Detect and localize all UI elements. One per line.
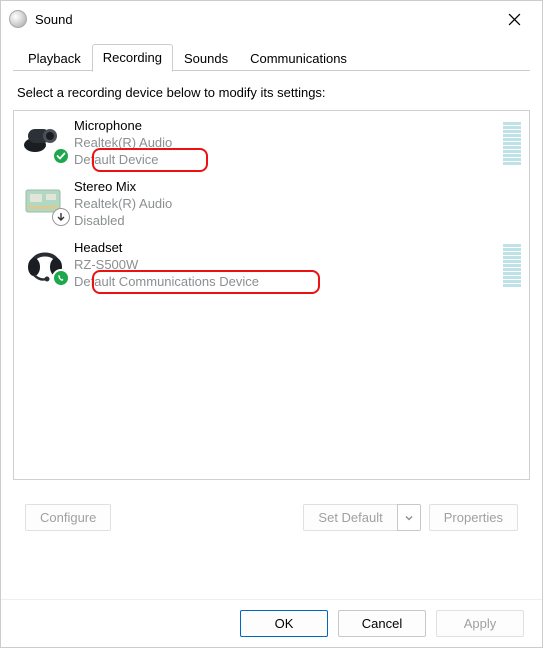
device-status: Default Communications Device <box>74 273 497 290</box>
properties-button[interactable]: Properties <box>429 504 518 531</box>
sound-dialog: Sound Playback Recording Sounds Communic… <box>0 0 543 648</box>
headset-icon <box>22 239 68 285</box>
set-default-button[interactable]: Set Default <box>303 504 396 531</box>
device-info: Stereo Mix Realtek(R) Audio Disabled <box>74 178 521 229</box>
device-status: Disabled <box>74 212 521 229</box>
dialog-footer: OK Cancel Apply <box>1 599 542 647</box>
tab-playback[interactable]: Playback <box>17 45 92 72</box>
device-name: Headset <box>74 239 497 256</box>
window-title: Sound <box>35 12 494 27</box>
tab-sounds[interactable]: Sounds <box>173 45 239 72</box>
level-meter <box>503 239 521 287</box>
down-arrow-badge-icon <box>52 208 70 226</box>
close-icon <box>508 13 521 26</box>
tab-recording[interactable]: Recording <box>92 44 173 72</box>
chevron-down-icon <box>404 513 414 523</box>
checkmark-badge-icon <box>52 147 70 165</box>
dialog-body: Playback Recording Sounds Communications… <box>13 41 530 591</box>
device-item[interactable]: Microphone Realtek(R) Audio Default Devi… <box>14 111 529 172</box>
device-name: Stereo Mix <box>74 178 521 195</box>
close-button[interactable] <box>494 5 534 33</box>
device-item[interactable]: Headset RZ-S500W Default Communications … <box>14 233 529 294</box>
instruction-text: Select a recording device below to modif… <box>17 85 526 100</box>
device-buttons: Configure Set Default Properties <box>25 504 518 531</box>
set-default-split: Set Default <box>303 504 420 531</box>
apply-button[interactable]: Apply <box>436 610 524 637</box>
titlebar: Sound <box>1 1 542 37</box>
configure-button[interactable]: Configure <box>25 504 111 531</box>
sound-card-icon <box>22 178 68 224</box>
device-sub: Realtek(R) Audio <box>74 195 521 212</box>
level-meter <box>503 117 521 165</box>
device-list[interactable]: Microphone Realtek(R) Audio Default Devi… <box>13 110 530 480</box>
phone-badge-icon <box>52 269 70 287</box>
device-item[interactable]: Stereo Mix Realtek(R) Audio Disabled <box>14 172 529 233</box>
speaker-icon <box>9 10 27 28</box>
device-info: Microphone Realtek(R) Audio Default Devi… <box>74 117 497 168</box>
device-status: Default Device <box>74 151 497 168</box>
ok-button[interactable]: OK <box>240 610 328 637</box>
device-name: Microphone <box>74 117 497 134</box>
set-default-dropdown[interactable] <box>397 504 421 531</box>
device-sub: Realtek(R) Audio <box>74 134 497 151</box>
cancel-button[interactable]: Cancel <box>338 610 426 637</box>
device-info: Headset RZ-S500W Default Communications … <box>74 239 497 290</box>
tab-strip: Playback Recording Sounds Communications <box>13 41 530 71</box>
microphone-icon <box>22 117 68 163</box>
tab-communications[interactable]: Communications <box>239 45 358 72</box>
device-sub: RZ-S500W <box>74 256 497 273</box>
